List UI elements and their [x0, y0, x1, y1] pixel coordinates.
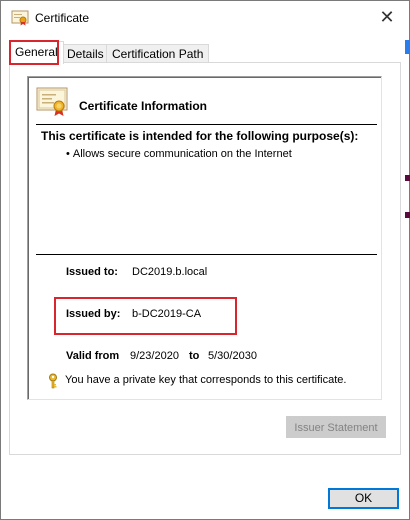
close-icon: ✕	[379, 6, 395, 27]
background-window-edge	[405, 40, 410, 54]
purpose-heading: This certificate is intended for the fol…	[41, 129, 359, 143]
issued-to-label: Issued to:	[66, 266, 118, 278]
tab-certification-path[interactable]: Certification Path	[106, 44, 210, 63]
certificate-information-heading: Certificate Information	[79, 99, 208, 113]
certificate-dialog: Certificate ✕ General Details Certificat…	[0, 0, 410, 520]
ok-button[interactable]: OK	[328, 488, 399, 509]
private-key-note: You have a private key that corresponds …	[65, 374, 347, 386]
purpose-text: Allows secure communication on the Inter…	[72, 148, 292, 160]
background-window-edge	[405, 212, 410, 218]
purpose-list-item: • Allows secure communication on the Inte…	[66, 148, 292, 160]
tab-general-label: General	[15, 45, 58, 59]
valid-to-label: to	[189, 350, 200, 362]
key-icon	[47, 373, 59, 389]
issuer-statement-button[interactable]: Issuer Statement	[286, 416, 386, 438]
tab-details-label: Details	[67, 47, 104, 61]
background-window-edge	[405, 175, 410, 181]
certificate-icon	[36, 87, 70, 117]
tab-certification-path-label: Certification Path	[112, 47, 204, 61]
certificate-icon	[11, 10, 29, 26]
issued-to-value: DC2019.b.local	[132, 266, 208, 278]
certificate-information-box: Certificate Information This certificate…	[27, 76, 382, 400]
window-title: Certificate	[35, 11, 90, 25]
close-button[interactable]: ✕	[365, 1, 409, 33]
valid-to-value: 5/30/2030	[208, 350, 257, 362]
divider	[36, 254, 377, 255]
tab-general[interactable]: General	[9, 40, 64, 65]
valid-from-value: 9/23/2020	[130, 350, 179, 362]
tab-details[interactable]: Details	[61, 44, 110, 63]
issued-by-label: Issued by:	[66, 308, 121, 320]
general-tab-panel: Certificate Information This certificate…	[9, 62, 401, 455]
title-bar: Certificate ✕	[1, 1, 409, 35]
divider	[36, 124, 377, 125]
issued-by-value: b-DC2019-CA	[132, 308, 202, 320]
valid-from-label: Valid from	[66, 350, 120, 362]
